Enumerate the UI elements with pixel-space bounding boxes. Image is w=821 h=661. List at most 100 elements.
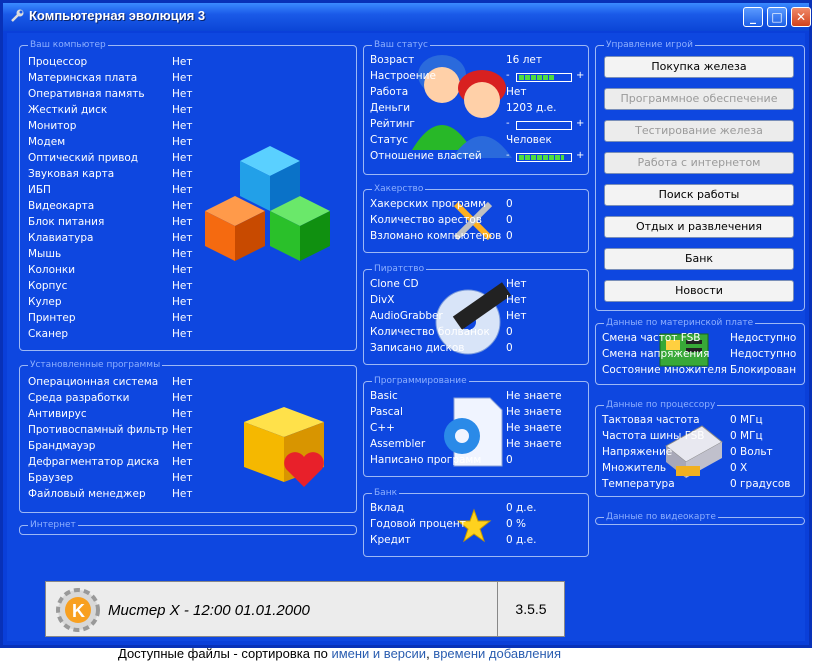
row-value: Нет — [172, 168, 193, 180]
row-label: Браузер — [28, 472, 74, 484]
row-label: Статус — [370, 134, 408, 146]
row-label: Количество арестов — [370, 214, 482, 226]
level-bar-fill — [519, 155, 564, 160]
player-info: Мистер X - 12:00 01.01.2000 — [108, 602, 310, 619]
title-bar[interactable]: Компьютерная эволюция 3 _ □ ✕ — [3, 3, 811, 31]
status-row-mood: Настроение - + — [370, 70, 584, 86]
row-value: Нет — [506, 278, 527, 290]
row-value: Не знаете — [506, 438, 562, 450]
sort-by-date-link[interactable]: времени добавления — [433, 646, 561, 661]
row-value: Не знаете — [506, 406, 562, 418]
cubes-icon — [205, 146, 330, 261]
level-bar-fill — [519, 75, 554, 80]
row-label: Мышь — [28, 248, 62, 260]
row-value: Нет — [172, 472, 193, 484]
status-panel-title: Ваш статус — [372, 40, 431, 50]
control-button-4[interactable]: Поиск работы — [604, 184, 794, 206]
row-label: Записано дисков — [370, 342, 465, 354]
hacking-panel: Хакерство Хакерских программ 0 Количество … — [363, 184, 589, 253]
row-value: Не знаете — [506, 390, 562, 402]
row-value: Блокирован — [730, 364, 797, 376]
row-value: Нет — [172, 248, 193, 260]
row-label: Сканер — [28, 328, 69, 340]
minus-sign: - — [506, 70, 510, 81]
hacking-panel-title: Хакерство — [372, 184, 426, 194]
pg-rows-row: Assembler Не знаете — [370, 438, 596, 454]
plus-sign: + — [576, 118, 585, 129]
row-label: AudioGrabber — [370, 310, 443, 322]
pr-rows-row: AudioGrabber Нет — [370, 310, 596, 326]
close-button[interactable]: ✕ — [791, 7, 811, 27]
row-value: Нет — [172, 120, 193, 132]
control-button-5[interactable]: Отдых и развлечения — [604, 216, 794, 238]
row-value: 0 X — [730, 462, 748, 474]
row-label: Тактовая частота — [602, 414, 700, 426]
box-heart-icon — [244, 407, 324, 487]
row-value: Нет — [172, 328, 193, 340]
pg-rows-row: Basic Не знаете — [370, 390, 596, 406]
control-button-3: Работа с интернетом — [604, 152, 794, 174]
pg-rows-row: Pascal Не знаете — [370, 406, 596, 422]
videocard-panel: Данные по видеокарте — [595, 512, 805, 525]
row-label: Дефрагментатор диска — [28, 456, 160, 468]
videocard-panel-title: Данные по видеокарте — [604, 512, 718, 522]
row-label: Количество болванок — [370, 326, 490, 338]
hw-rows-row: Материнская плата Нет — [28, 72, 262, 88]
row-label: Кулер — [28, 296, 62, 308]
minus-sign: - — [506, 150, 510, 161]
row-label: Брандмауэр — [28, 440, 96, 452]
level-bar — [516, 121, 572, 130]
page-footer-text: Доступные файлы - сортировка по имени и … — [118, 646, 561, 661]
row-value: Нет — [172, 392, 193, 404]
minimize-button[interactable]: _ — [743, 7, 763, 27]
row-value: 0 МГц — [730, 414, 763, 426]
control-button-2: Тестирование железа — [604, 120, 794, 142]
hw-rows-row: Сканер Нет — [28, 328, 262, 344]
pr-rows-row: DivX Нет — [370, 294, 596, 310]
bk-rows-row: Вклад 0 д.е. — [370, 502, 596, 518]
row-label: Кредит — [370, 534, 411, 546]
row-value: Нет — [172, 280, 193, 292]
piracy-panel: Пиратство Clone CD Нет DivX Нет AudioGrabber… — [363, 264, 589, 365]
plus-sign: + — [576, 70, 585, 81]
row-value: Нет — [172, 376, 193, 388]
status-row-money: Деньги 1203 д.е. — [370, 102, 584, 118]
row-value: Недоступно — [730, 348, 797, 360]
row-label: Среда разработки — [28, 392, 130, 404]
pg-rows-row: C++ Не знаете — [370, 422, 596, 438]
pg-rows-row: Написано программ 0 — [370, 454, 596, 470]
hk-rows-row: Взломано компьютеров 0 — [370, 230, 596, 246]
mb-rows-row: Состояние множителя Блокирован — [602, 364, 820, 380]
row-value: Нет — [172, 488, 193, 500]
row-label: Оптический привод — [28, 152, 139, 164]
hw-rows-row: Принтер Нет — [28, 312, 262, 328]
hk-rows-row: Хакерских программ 0 — [370, 198, 596, 214]
programming-panel-title: Программирование — [372, 376, 469, 386]
svg-text:K: K — [72, 601, 85, 621]
row-value: 0 д.е. — [506, 534, 537, 546]
pr-rows-row: Количество болванок 0 — [370, 326, 596, 342]
row-label: Монитор — [28, 120, 77, 132]
control-button-6[interactable]: Банк — [604, 248, 794, 270]
row-label: Антивирус — [28, 408, 87, 420]
maximize-button[interactable]: □ — [767, 7, 787, 27]
row-label: Взломано компьютеров — [370, 230, 502, 242]
status-bar: K Мистер X - 12:00 01.01.2000 3.5.5 — [45, 581, 565, 637]
wrench-icon — [11, 9, 24, 22]
status-row-job: Работа Нет — [370, 86, 584, 102]
bank-panel-title: Банк — [372, 488, 400, 498]
oc-rows-row: Частота шины FSB 0 МГц — [602, 430, 820, 446]
control-button-0[interactable]: Покупка железа — [604, 56, 794, 78]
row-value: Нет — [172, 184, 193, 196]
status-panel: Ваш статус Возраст 16 лет Настроение - + Рабо… — [363, 40, 589, 175]
row-label: Колонки — [28, 264, 76, 276]
hw-rows-row: Монитор Нет — [28, 120, 262, 136]
row-label: Материнская плата — [28, 72, 138, 84]
row-label: Модем — [28, 136, 66, 148]
mb-rows-row: Смена напряжения Недоступно — [602, 348, 820, 364]
row-value: Нет — [172, 232, 193, 244]
row-label: Клавиатура — [28, 232, 94, 244]
control-button-7[interactable]: Новости — [604, 280, 794, 302]
app-window: Компьютерная эволюция 3 _ □ ✕ Ваш компью… — [0, 0, 812, 648]
sort-by-name-link[interactable]: имени и версии — [331, 646, 426, 661]
